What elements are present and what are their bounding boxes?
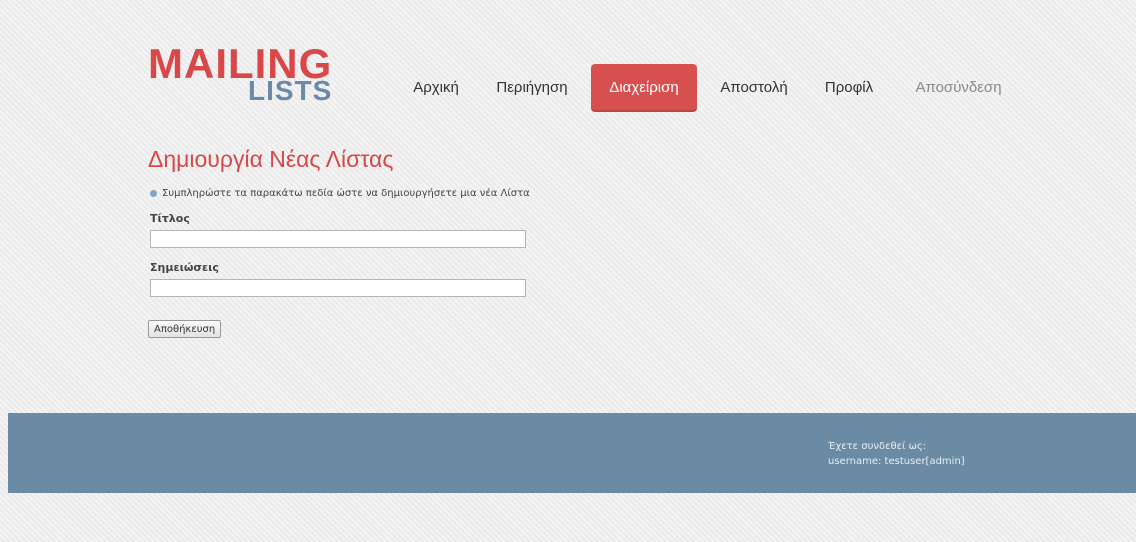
nav-item-manage[interactable]: Διαχείριση: [591, 64, 697, 112]
info-message: Συμπληρώστε τα παρακάτω πεδία ώστε να δη…: [150, 188, 530, 199]
notes-label: Σημειώσεις: [150, 261, 219, 274]
login-username: username: testuser[admin]: [828, 456, 965, 467]
save-button[interactable]: Αποθήκευση: [148, 320, 222, 338]
login-status: Έχετε συνδεθεί ως: username: testuser[ad…: [828, 439, 965, 469]
title-input[interactable]: [150, 230, 526, 248]
info-icon: [150, 189, 157, 197]
login-status-label: Έχετε συνδεθεί ως:: [828, 441, 927, 452]
title-label: Τίτλος: [150, 212, 190, 225]
notes-input[interactable]: [150, 279, 526, 297]
nav-item-send[interactable]: Αποστολή: [706, 64, 802, 112]
footer: Έχετε συνδεθεί ως: username: testuser[ad…: [8, 413, 1136, 493]
info-text: Συμπληρώστε τα παρακάτω πεδία ώστε να δη…: [162, 188, 530, 199]
logo-text-lists: LISTS: [248, 75, 333, 106]
nav-item-logout[interactable]: Αποσύνδεση: [897, 64, 1020, 112]
nav-item-profile[interactable]: Προφίλ: [812, 64, 886, 112]
site-logo[interactable]: MAILING LISTS: [148, 43, 348, 107]
nav-item-browse[interactable]: Περιήγηση: [483, 64, 581, 112]
nav-item-home[interactable]: Αρχική: [400, 64, 472, 112]
page-title: Δημιουργία Νέας Λίστας: [148, 146, 394, 172]
